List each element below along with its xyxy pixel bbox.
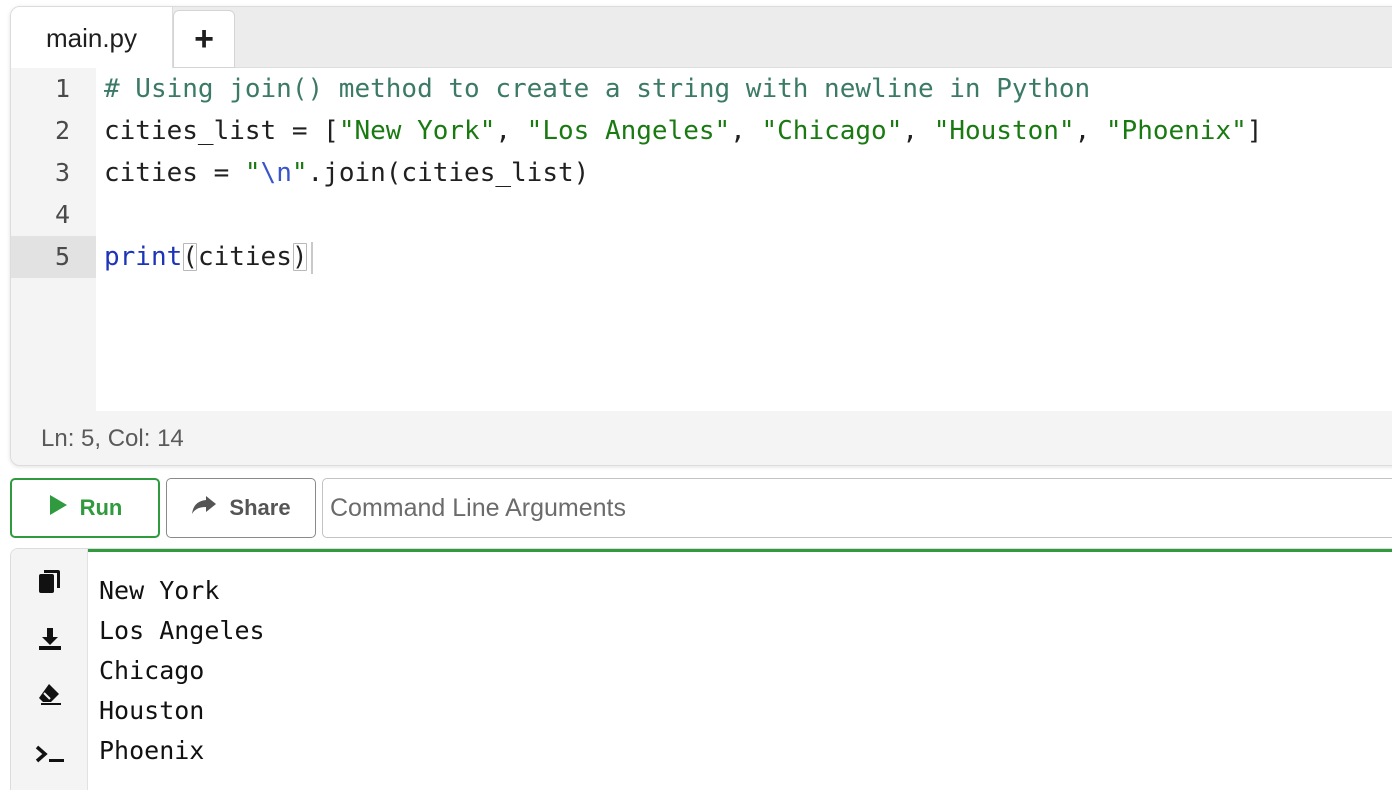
code-line-5[interactable]: print(cities)	[96, 236, 1392, 278]
editor-panel: main.py + 1 2 3 4 5 # Using join() metho…	[10, 6, 1392, 466]
code-line-2[interactable]: cities_list = ["New York", "Los Angeles"…	[96, 110, 1392, 152]
code-separator: ,	[495, 116, 527, 146]
code-line-4[interactable]	[96, 194, 1392, 236]
share-button[interactable]: Share	[166, 478, 316, 538]
code-line-1[interactable]: # Using join() method to create a string…	[96, 68, 1392, 110]
line-number: 3	[54, 158, 70, 187]
eraser-icon[interactable]	[33, 677, 67, 711]
code-line-3[interactable]: cities = "\n".join(cities_list)	[96, 152, 1392, 194]
code-separator: ,	[1074, 116, 1106, 146]
output-panel: New York Los Angeles Chicago Houston Pho…	[10, 548, 1392, 790]
code-string: "Chicago"	[761, 116, 903, 146]
tab-main-py[interactable]: main.py	[11, 7, 173, 69]
code-string: "New York"	[338, 116, 496, 146]
share-arrow-icon	[191, 495, 217, 521]
code-comment: # Using join() method to create a string…	[104, 74, 1091, 104]
line-number: 4	[54, 200, 70, 229]
command-line-arguments-input[interactable]	[322, 478, 1392, 538]
console-line: Chicago	[99, 656, 205, 685]
run-label: Run	[79, 495, 123, 520]
tab-bar: main.py +	[11, 7, 1392, 69]
download-icon[interactable]	[33, 622, 67, 656]
code-operator: =	[197, 158, 245, 188]
code-identifier: cities	[197, 242, 292, 272]
add-tab-button[interactable]: +	[173, 10, 235, 68]
plus-icon: +	[194, 19, 214, 58]
code-keyword: print	[104, 242, 183, 272]
code-editor[interactable]: 1 2 3 4 5 # Using join() method to creat…	[11, 68, 1392, 411]
code-string: "	[244, 158, 261, 188]
code-operator: ]	[1246, 116, 1263, 146]
cursor-position: Ln: 5, Col: 14	[41, 425, 184, 452]
code-separator: ,	[902, 116, 934, 146]
tab-label: main.py	[45, 22, 138, 53]
status-bar: Ln: 5, Col: 14	[11, 411, 1392, 465]
console-line: New York	[99, 576, 220, 605]
play-icon	[48, 494, 68, 522]
code-string: "Houston"	[933, 116, 1075, 146]
code-string: "Phoenix"	[1105, 116, 1247, 146]
copy-icon[interactable]	[33, 565, 67, 599]
line-number: 1	[54, 74, 70, 103]
code-method-call: .join(cities_list)	[307, 158, 590, 188]
code-string: "Los Angeles"	[526, 116, 731, 146]
line-number: 2	[54, 116, 70, 145]
text-cursor	[310, 241, 313, 274]
console-line: Houston	[99, 696, 205, 725]
bracket-close: )	[291, 242, 308, 272]
code-string: "	[291, 158, 308, 188]
output-active-indicator	[88, 549, 1392, 552]
run-button[interactable]: Run	[10, 478, 160, 538]
console-line: Los Angeles	[99, 616, 265, 645]
share-label: Share	[229, 495, 291, 520]
code-operator: = [	[276, 116, 339, 146]
bracket-open: (	[182, 242, 198, 272]
code-separator: ,	[730, 116, 762, 146]
console-output: New York Los Angeles Chicago Houston Pho…	[99, 571, 265, 771]
console-line: Phoenix	[99, 736, 205, 765]
output-sidebar	[11, 549, 88, 790]
terminal-icon[interactable]	[33, 737, 67, 771]
code-identifier: cities_list	[104, 116, 277, 146]
line-number-active: 5	[11, 236, 96, 278]
code-identifier: cities	[104, 158, 198, 188]
code-escape: \n	[260, 158, 292, 188]
